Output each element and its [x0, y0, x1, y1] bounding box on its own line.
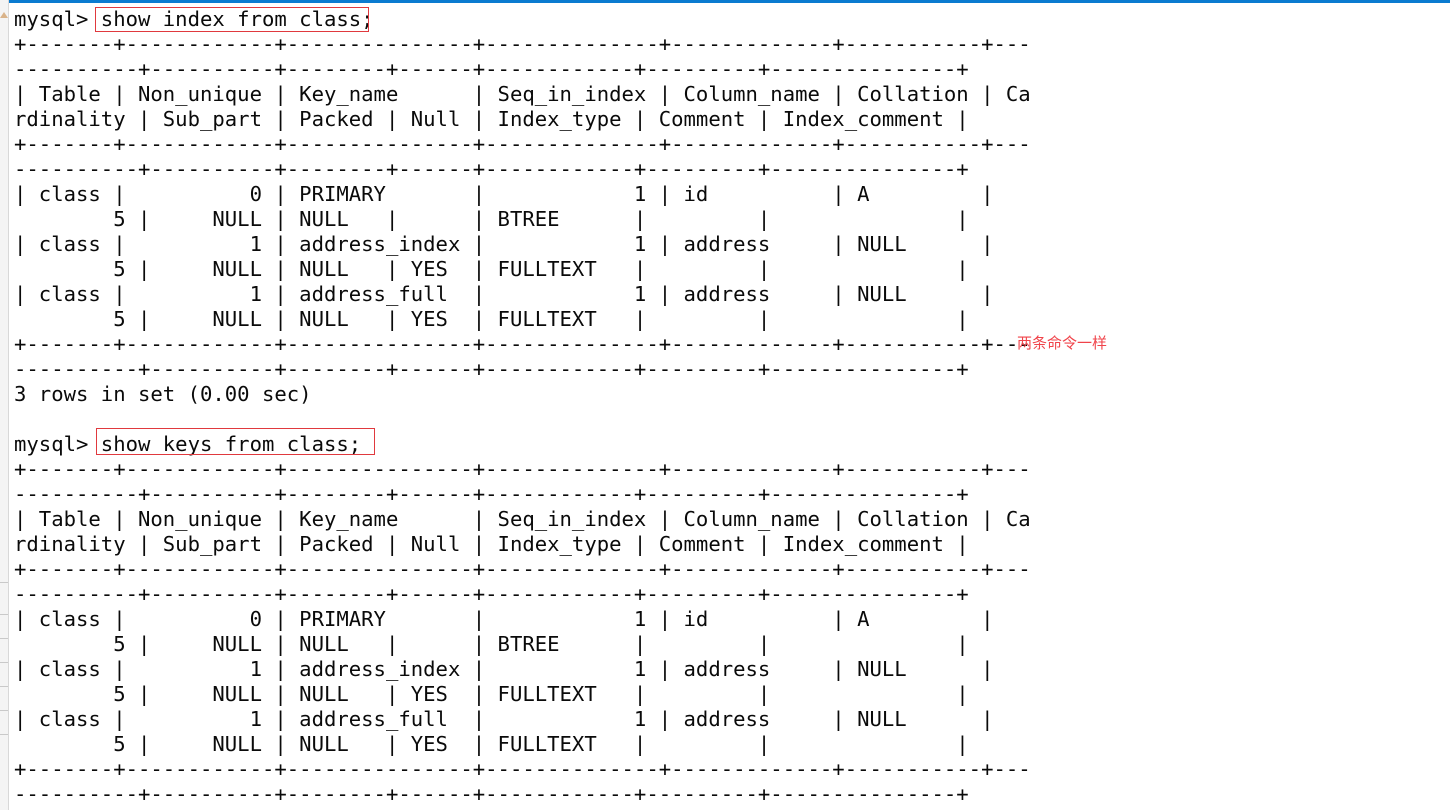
table-border-line: ----------+----------+--------+------+--… — [14, 57, 969, 81]
collapse-arrow-icon[interactable] — [0, 12, 8, 18]
table-row-line: 5 | NULL | NULL | YES | FULLTEXT | | | — [14, 307, 969, 331]
table-border-line: ----------+----------+--------+------+--… — [14, 482, 969, 506]
table-row-line: 5 | NULL | NULL | YES | FULLTEXT | | | — [14, 732, 969, 756]
highlight-box-show-index — [95, 7, 369, 32]
strip-divider — [0, 710, 8, 711]
strip-divider — [0, 614, 8, 615]
strip-divider — [0, 582, 8, 583]
strip-divider — [0, 638, 8, 639]
annotation-note: 两条命令一样 — [1017, 334, 1108, 352]
table-row-line: | class | 1 | address_full | 1 | address… — [14, 707, 994, 731]
table-row-line: 5 | NULL | NULL | | BTREE | | | — [14, 632, 969, 656]
highlight-box-show-keys — [96, 428, 375, 455]
table-row-line: | class | 1 | address_full | 1 | address… — [14, 282, 994, 306]
result-summary: 3 rows in set (0.00 sec) — [14, 382, 312, 406]
table-row-line: | class | 1 | address_index | 1 | addres… — [14, 232, 994, 256]
table-border-line: ----------+----------+--------+------+--… — [14, 582, 969, 606]
strip-divider — [0, 662, 8, 663]
table-row-line: | class | 0 | PRIMARY | 1 | id | A | — [14, 607, 994, 631]
left-sidebar-strip — [0, 0, 9, 810]
table-border-line: +-------+------------+---------------+--… — [14, 332, 1031, 356]
table-row-line: 5 | NULL | NULL | YES | FULLTEXT | | | — [14, 682, 969, 706]
table-row-line: 5 | NULL | NULL | | BTREE | | | — [14, 207, 969, 231]
active-tab-accent-bar — [9, 0, 1450, 3]
table-header-line: | Table | Non_unique | Key_name | Seq_in… — [14, 507, 1031, 531]
table-header-line: rdinality | Sub_part | Packed | Null | I… — [14, 532, 969, 556]
table-header-line: rdinality | Sub_part | Packed | Null | I… — [14, 107, 969, 131]
table-border-line: +-------+------------+---------------+--… — [14, 132, 1031, 156]
table-row-line: 5 | NULL | NULL | YES | FULLTEXT | | | — [14, 257, 969, 281]
strip-divider — [0, 686, 8, 687]
table-border-line: ----------+----------+--------+------+--… — [14, 357, 969, 381]
table-row-line: | class | 0 | PRIMARY | 1 | id | A | — [14, 182, 994, 206]
table-border-line: ----------+----------+--------+------+--… — [14, 157, 969, 181]
screenshot-canvas: mysql> show index from class; +-------+--… — [0, 0, 1450, 810]
table-border-line: +-------+------------+---------------+--… — [14, 457, 1031, 481]
table-row-line: | class | 1 | address_index | 1 | addres… — [14, 657, 994, 681]
terminal-output[interactable]: mysql> show index from class; +-------+--… — [14, 7, 1031, 807]
table-border-line: +-------+------------+---------------+--… — [14, 557, 1031, 581]
table-border-line: ----------+----------+--------+------+--… — [14, 782, 969, 806]
strip-divider — [0, 734, 8, 735]
table-border-line: +-------+------------+---------------+--… — [14, 32, 1031, 56]
table-border-line: +-------+------------+---------------+--… — [14, 757, 1031, 781]
table-header-line: | Table | Non_unique | Key_name | Seq_in… — [14, 82, 1031, 106]
